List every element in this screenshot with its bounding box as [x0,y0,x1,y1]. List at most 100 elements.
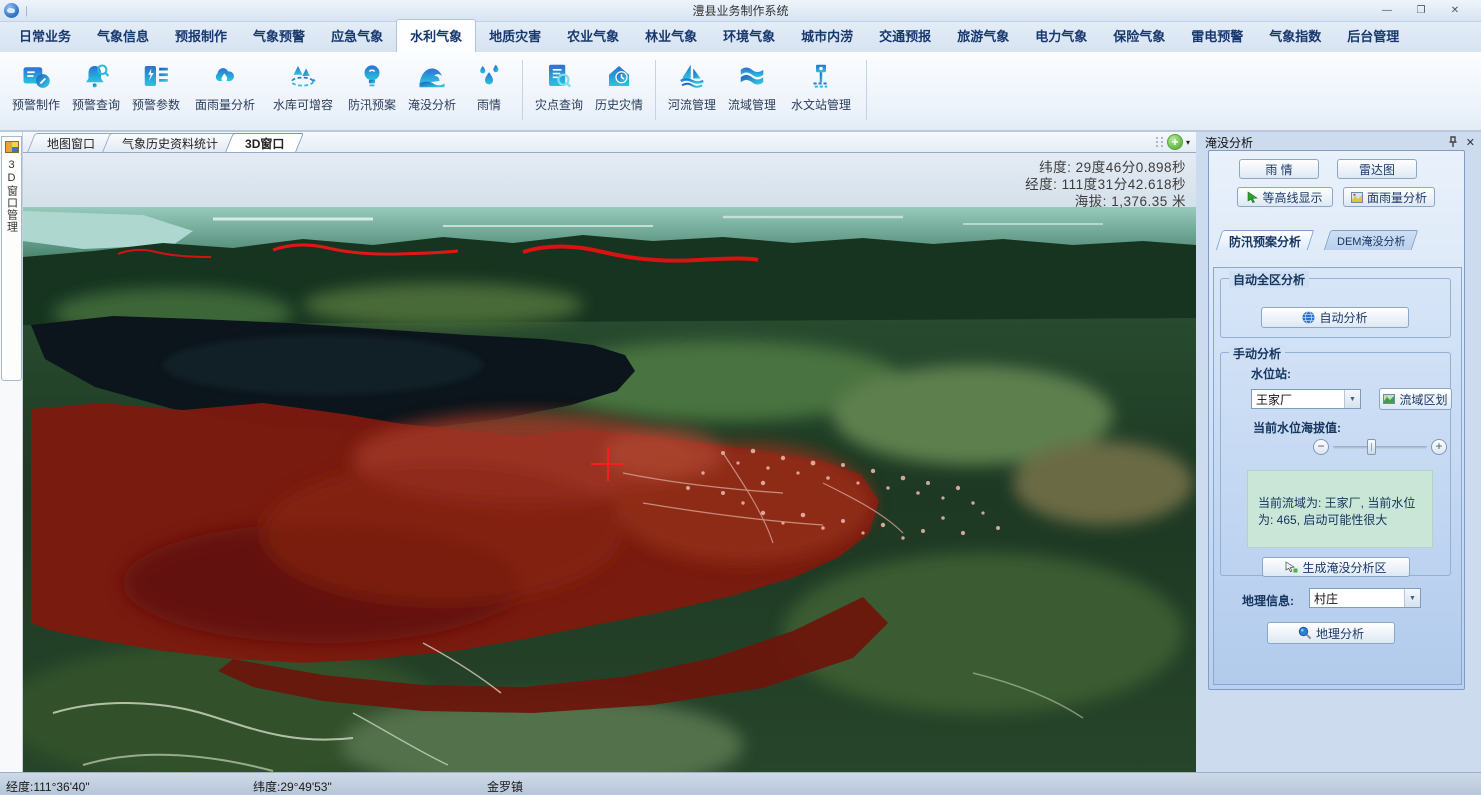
panel-title: 淹没分析 [1205,134,1253,151]
contour-display-button[interactable]: 等高线显示 [1237,187,1333,207]
coordinate-overlay: 纬度: 29度46分0.898秒 经度: 111度31分42.618秒 海拔: … [1025,159,1186,210]
toolbar-button-label: 灾点查询 [535,96,583,113]
tab-flood-plan-analysis[interactable]: 防汛预案分析 [1219,230,1311,250]
history-disaster-button[interactable]: 历史灾情 [589,58,649,116]
submerge-analysis-button[interactable]: 淹没分析 [402,58,462,116]
menu-item-daily[interactable]: 日常业务 [6,20,84,52]
cursor-generate-icon [1285,561,1298,573]
menu-item-traffic[interactable]: 交通预报 [866,20,944,52]
area-rainfall-panel-button[interactable]: 面雨量分析 [1343,187,1435,207]
geo-analyze-button[interactable]: 地理分析 [1267,622,1395,644]
altitude-readout: 海拔: 1,376.35 米 [1025,193,1186,210]
app-window: | 澧县业务制作系统 — ❐ ✕ 日常业务 气象信息 预报制作 气象预警 应急气… [0,0,1481,795]
auto-analysis-legend: 自动全区分析 [1229,271,1309,288]
menu-item-tourism[interactable]: 旅游气象 [944,20,1022,52]
rain-situation-button[interactable]: 雨 情 [1239,159,1319,179]
basin-division-button[interactable]: 流域区划 [1379,388,1452,410]
map-3d-viewport[interactable]: 纬度: 29度46分0.898秒 经度: 111度31分42.618秒 海拔: … [23,153,1196,772]
flood-plan-button[interactable]: 防汛预案 [342,58,402,116]
geo-info-combo[interactable]: 村庄 ▼ [1309,588,1421,608]
menu-item-warning[interactable]: 气象预警 [240,20,318,52]
tab-list-caret-icon[interactable]: ▾ [1186,138,1190,147]
disaster-point-query-button[interactable]: 灾点查询 [529,58,589,116]
combo-dropdown-icon[interactable]: ▼ [1404,589,1420,607]
toolbar-button-label: 预警参数 [132,96,180,113]
manual-analysis-group: 手动分析 水位站: 王家厂 ▼ 流域区划 当前水位海拔值: [1220,352,1451,576]
menu-item-agriculture[interactable]: 农业气象 [554,20,632,52]
generate-submerge-area-button[interactable]: 生成淹没分析区 [1262,557,1410,577]
tab-3d-window[interactable]: 3D窗口 [229,133,300,152]
menu-item-admin[interactable]: 后台管理 [1334,20,1412,52]
ribbon-toolbar: 预警制作 预警查询 预警参数 [0,52,1481,132]
menu-item-insurance[interactable]: 保险气象 [1100,20,1178,52]
warning-params-button[interactable]: 预警参数 [126,58,186,116]
window-panes-icon [5,141,19,153]
menu-item-lightning[interactable]: 雷电预警 [1178,20,1256,52]
toolbar-button-label: 预警查询 [72,96,120,113]
close-button[interactable]: ✕ [1443,4,1467,18]
menu-item-weather-info[interactable]: 气象信息 [84,20,162,52]
area-rainfall-button[interactable]: 面雨量分析 [186,58,264,116]
hydro-station-mgmt-button[interactable]: 水文站管理 [782,58,860,116]
menu-item-hydrology[interactable]: 水利气象 [396,19,476,52]
tabstrip-grip-handle[interactable] [1156,137,1164,147]
radar-chart-button[interactable]: 雷达图 [1337,159,1417,179]
water-level-slider-thumb[interactable] [1367,439,1376,455]
menu-item-urban-flood[interactable]: 城市内涝 [788,20,866,52]
tab-dem-submerge-analysis[interactable]: DEM淹没分析 [1327,230,1415,250]
document-tabstrip: 地图窗口 气象历史资料统计 3D窗口 + ▾ [23,132,1196,153]
status-longitude: 经度:111°36'40" [6,778,90,795]
reservoir-capacity-button[interactable]: 水库可增容 [264,58,342,116]
disaster-point-icon [544,61,574,91]
toolbar-button-label: 预警制作 [12,96,60,113]
window-title: 澧县业务制作系统 [0,2,1481,19]
analysis-info-box: 当前流域为: 王家厂, 当前水位为: 465, 启动可能性很大 [1247,470,1433,548]
title-bar: | 澧县业务制作系统 — ❐ ✕ [0,0,1481,22]
tab-weather-history-stats[interactable]: 气象历史资料统计 [106,133,234,152]
center-area: 地图窗口 气象历史资料统计 3D窗口 + ▾ [23,132,1196,772]
water-level-slider-track[interactable] [1333,446,1427,449]
water-station-combo[interactable]: 王家厂 ▼ [1251,389,1361,409]
flood-plan-tab-content: 自动全区分析 自动分析 手动分析 水位站: 王家 [1213,267,1462,685]
pin-icon[interactable] [1448,136,1458,148]
river-mgmt-button[interactable]: 河流管理 [662,58,722,116]
green-cursor-icon [1247,191,1258,203]
basin-map-icon [1383,394,1395,404]
slider-plus-button[interactable]: + [1431,439,1447,455]
menu-item-forecast[interactable]: 预报制作 [162,20,240,52]
geo-info-value: 村庄 [1310,590,1404,607]
globe-icon [1302,311,1315,324]
slider-minus-button[interactable]: − [1313,439,1329,455]
minimize-button[interactable]: — [1375,4,1399,18]
auto-analyze-button[interactable]: 自动分析 [1261,307,1409,328]
water-station-value: 王家厂 [1252,391,1344,408]
left-dock-column: 3D窗口管理 [0,132,23,772]
menu-item-forestry[interactable]: 林业气象 [632,20,710,52]
maximize-button[interactable]: ❐ [1409,4,1433,18]
menu-item-index[interactable]: 气象指数 [1256,20,1334,52]
add-view-button[interactable]: + [1167,134,1183,150]
basin-mgmt-button[interactable]: 流域管理 [722,58,782,116]
dock-tab-3d-window-manager[interactable]: 3D窗口管理 [1,136,22,381]
warning-create-button[interactable]: 预警制作 [6,58,66,116]
combo-dropdown-icon[interactable]: ▼ [1344,390,1360,408]
menu-item-geology[interactable]: 地质灾害 [476,20,554,52]
water-station-label: 水位站: [1251,365,1291,382]
reservoir-capacity-icon [288,61,318,91]
toolbar-button-label: 水文站管理 [791,96,851,113]
menu-item-emergency[interactable]: 应急气象 [318,20,396,52]
geo-info-label: 地理信息: [1242,592,1294,609]
status-bar: 经度:111°36'40" 纬度:29°49'53" 金罗镇 [0,772,1481,795]
menu-item-environment[interactable]: 环境气象 [710,20,788,52]
tab-map-window[interactable]: 地图窗口 [31,133,111,152]
analysis-info-text: 当前流域为: 王家厂, 当前水位为: 465, 启动可能性很大 [1258,496,1415,527]
toolbar-separator [866,60,867,120]
warning-query-button[interactable]: 预警查询 [66,58,126,116]
panel-content-box: 雨 情 雷达图 等高线显示 面雨量分析 防汛预案分析 [1208,150,1465,690]
status-town: 金罗镇 [487,778,523,795]
water-level-label: 当前水位海拔值: [1253,419,1341,436]
panel-close-icon[interactable]: ✕ [1466,136,1475,149]
rain-info-button[interactable]: 雨情 [462,58,516,116]
toolbar-button-label: 河流管理 [668,96,716,113]
menu-item-power[interactable]: 电力气象 [1022,20,1100,52]
